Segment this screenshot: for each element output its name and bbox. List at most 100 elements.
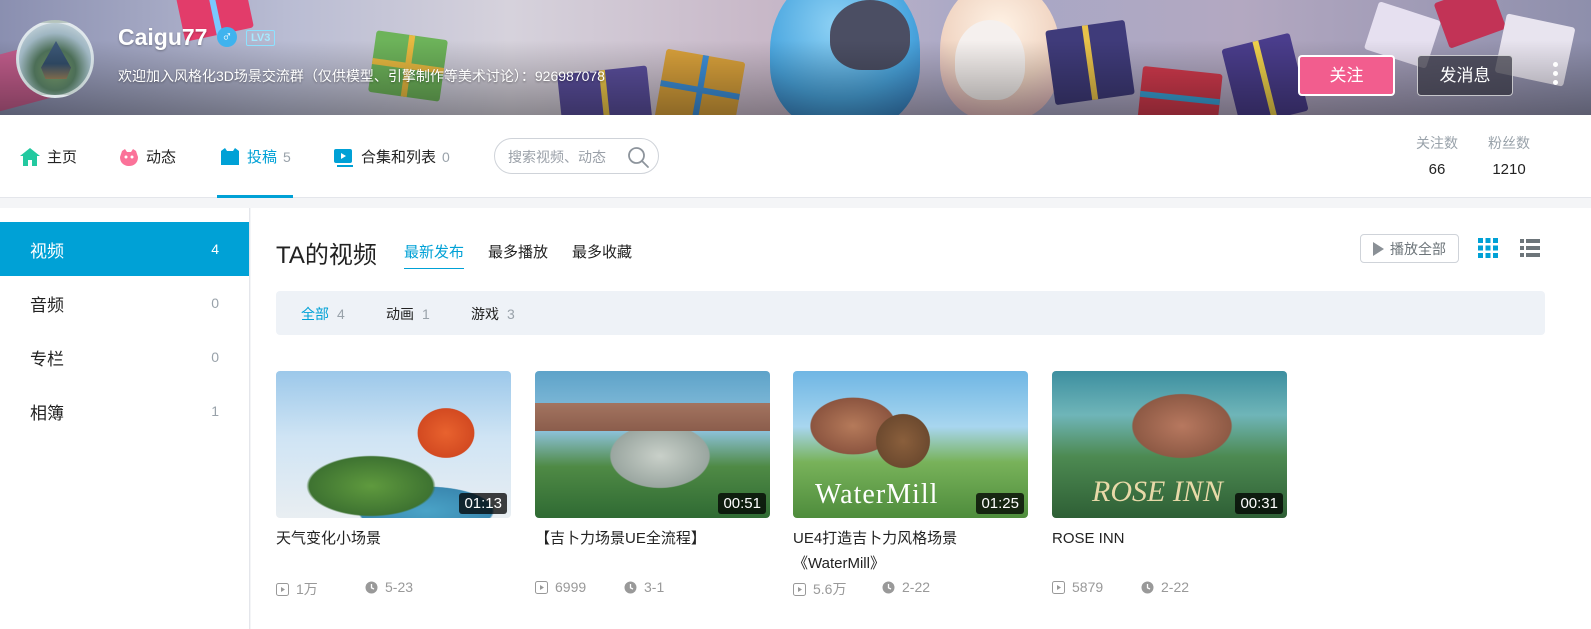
profile-banner: Caigu77 ♂ LV3 欢迎加入风格化3D场景交流群（仅供模型、引擎制作等美… (0, 0, 1591, 115)
video-overlay-text: WaterMill (815, 479, 939, 510)
video-duration: 00:51 (718, 493, 766, 514)
video-thumbnail[interactable]: 01:13 (276, 371, 511, 518)
video-title[interactable]: 【吉卜力场景UE全流程】 (535, 526, 770, 551)
filter-animation[interactable]: 动画 1 (386, 304, 430, 324)
signature: 欢迎加入风格化3D场景交流群（仅供模型、引擎制作等美术讨论）：926987078 (118, 68, 605, 84)
play-count-icon (535, 580, 548, 594)
sidebar-item-label: 专栏 (30, 349, 64, 369)
video-card[interactable]: ROSE INN 00:31 ROSE INN 5879 2-22 (1052, 371, 1287, 595)
video-overlay-text: ROSE INN (1092, 475, 1223, 508)
tab-dynamic-label: 动态 (146, 149, 177, 166)
video-thumbnail[interactable]: WaterMill 01:25 (793, 371, 1028, 518)
play-count-icon (1052, 580, 1065, 594)
play-count: 5879 (1052, 579, 1103, 595)
upload-date-value: 3-1 (644, 579, 665, 595)
fans-count: 1210 (1492, 161, 1526, 178)
video-card[interactable]: 00:51 【吉卜力场景UE全流程】 6999 3-1 (535, 371, 770, 595)
video-card[interactable]: 01:13 天气变化小场景 1万 5-23 (276, 371, 511, 597)
clock-icon (882, 581, 895, 593)
filter-all[interactable]: 全部 4 (301, 304, 345, 324)
play-count: 6999 (535, 579, 586, 595)
sort-tab-most-favorited[interactable]: 最多收藏 (572, 241, 632, 268)
clock-icon (365, 581, 378, 593)
section-title: TA的视频 (276, 242, 377, 269)
play-all-label: 播放全部 (1390, 240, 1446, 257)
username: Caigu77 (118, 24, 208, 50)
video-title[interactable]: ROSE INN (1052, 526, 1287, 551)
dynamic-icon (118, 146, 140, 168)
tab-home[interactable]: 主页 (19, 115, 77, 198)
upload-date: 2-22 (882, 579, 930, 595)
upload-date-value: 2-22 (1161, 579, 1190, 595)
more-options-icon[interactable] (1551, 62, 1559, 90)
sort-tab-latest[interactable]: 最新发布 (404, 241, 465, 269)
grid-view-icon[interactable] (1477, 237, 1499, 259)
tab-collections-label: 合集和列表 (361, 149, 437, 166)
play-count-value: 5879 (1072, 579, 1104, 595)
fans-stat[interactable]: 粉丝数 1210 (1488, 133, 1530, 178)
sidebar-item-count: 0 (211, 349, 219, 365)
tab-collections-count: 0 (442, 148, 450, 165)
tab-dynamic[interactable]: 动态 (118, 115, 176, 198)
video-duration: 01:13 (459, 493, 507, 514)
filter-game[interactable]: 游戏 3 (471, 304, 515, 324)
filter-count: 4 (337, 306, 345, 322)
search-input[interactable] (508, 147, 623, 167)
play-count-icon (276, 582, 289, 596)
tab-uploads[interactable]: 投稿 5 (217, 115, 293, 198)
sidebar-item-video[interactable]: 视频 4 (0, 222, 249, 276)
following-count: 66 (1428, 161, 1446, 178)
tab-uploads-label: 投稿 (247, 149, 278, 166)
play-count-value: 1万 (296, 581, 318, 597)
list-view-icon[interactable] (1519, 237, 1541, 259)
video-thumbnail[interactable]: 00:51 (535, 371, 770, 518)
follow-button[interactable]: 关注 (1298, 55, 1395, 96)
upload-date: 2-22 (1141, 579, 1189, 595)
tab-uploads-count: 5 (283, 148, 291, 165)
filter-label: 全部 (301, 306, 329, 322)
video-duration: 00:31 (1235, 493, 1283, 514)
video-title[interactable]: UE4打造吉卜力风格场景《WaterMill》 (793, 526, 1028, 576)
sidebar-item-label: 音频 (30, 295, 64, 315)
home-icon (19, 146, 41, 168)
clock-icon (1141, 581, 1154, 593)
avatar[interactable] (16, 20, 94, 98)
video-title[interactable]: 天气变化小场景 (276, 526, 511, 551)
tab-home-label: 主页 (47, 149, 78, 166)
filter-label: 动画 (386, 306, 414, 322)
collection-icon (333, 146, 355, 168)
sidebar-item-label: 视频 (30, 241, 64, 261)
sidebar-item-count: 4 (211, 241, 219, 257)
search-box (494, 138, 659, 174)
sidebar-item-label: 相簿 (30, 403, 64, 423)
sidebar-item-album[interactable]: 相簿 1 (0, 384, 249, 438)
video-thumbnail[interactable]: ROSE INN 00:31 (1052, 371, 1287, 518)
sidebar-item-article[interactable]: 专栏 0 (0, 330, 249, 384)
sidebar-item-count: 0 (211, 295, 219, 311)
play-count-value: 5.6万 (813, 581, 847, 597)
message-button[interactable]: 发消息 (1417, 55, 1513, 96)
search-icon[interactable] (626, 145, 650, 169)
play-count-value: 6999 (555, 579, 587, 595)
video-section: TA的视频 最新发布 最多播放 最多收藏 播放全部 全部 4 动画 1 游戏 3 01… (251, 208, 1591, 629)
following-label: 关注数 (1416, 135, 1458, 151)
following-stat[interactable]: 关注数 66 (1416, 133, 1458, 178)
upload-date: 5-23 (365, 579, 413, 595)
filter-count: 1 (422, 306, 430, 322)
profile-nav: 主页 动态 投稿 5 合集和列表 0 (0, 115, 1591, 198)
content-sidebar: 视频 4 音频 0 专栏 0 相簿 1 (0, 208, 250, 629)
video-duration: 01:25 (976, 493, 1024, 514)
category-filter-bar: 全部 4 动画 1 游戏 3 (276, 291, 1545, 335)
video-card[interactable]: WaterMill 01:25 UE4打造吉卜力风格场景《WaterMill》 … (793, 371, 1028, 597)
sort-tab-most-played[interactable]: 最多播放 (488, 241, 548, 268)
level-badge: LV3 (246, 30, 276, 46)
clock-icon (624, 581, 637, 593)
tab-collections[interactable]: 合集和列表 0 (333, 115, 450, 198)
play-all-button[interactable]: 播放全部 (1360, 234, 1459, 263)
upload-date-value: 5-23 (385, 579, 414, 595)
play-icon (1373, 241, 1384, 256)
sidebar-item-audio[interactable]: 音频 0 (0, 276, 249, 330)
play-count: 5.6万 (793, 579, 846, 599)
fans-label: 粉丝数 (1488, 135, 1530, 151)
upload-icon (219, 146, 241, 168)
